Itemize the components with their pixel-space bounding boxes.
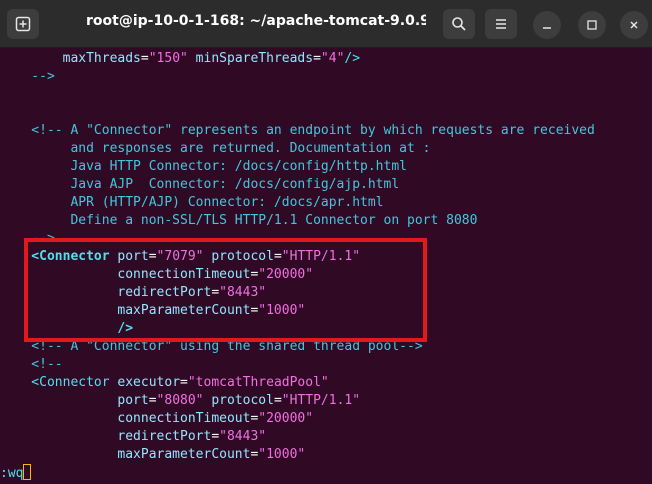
code-token: connectionTimeout — [0, 411, 251, 426]
code-token: = — [313, 51, 321, 66]
code-token: <!-- — [0, 357, 63, 372]
close-icon — [630, 21, 638, 29]
terminal-line: <!-- A "Connector" represents an endpoin… — [0, 122, 652, 140]
code-token: <Connector — [0, 249, 110, 264]
code-token: protocol — [203, 393, 274, 408]
terminal-line: Define a non-SSL/TLS HTTP/1.1 Connector … — [0, 212, 652, 230]
new-tab-icon — [15, 16, 31, 32]
code-token: "8443" — [219, 285, 267, 300]
code-token: "7079" — [156, 249, 204, 264]
terminal-line: <Connector port="7079" protocol="HTTP/1.… — [0, 248, 652, 266]
terminal-line: APR (HTTP/AJP) Connector: /docs/apr.html — [0, 194, 652, 212]
code-token: executor — [109, 375, 181, 390]
new-tab-button[interactable] — [7, 9, 39, 39]
code-token: = — [148, 393, 157, 408]
code-token: "8080" — [156, 393, 204, 408]
vim-command-line[interactable]: :wq — [0, 464, 652, 482]
code-token: --> — [0, 231, 55, 246]
code-token: "tomcatThreadPool" — [187, 375, 329, 390]
minimize-icon — [543, 27, 551, 29]
title-bar: root@ip-10-0-1-168: ~/apache-tomcat-9.0.… — [0, 0, 652, 48]
terminal-line: Java AJP Connector: /docs/config/ajp.htm… — [0, 176, 652, 194]
code-token: "1000" — [258, 303, 306, 318]
code-token: "8443" — [219, 429, 267, 444]
search-button[interactable] — [443, 9, 475, 39]
code-token: connectionTimeout — [0, 267, 251, 282]
text-cursor — [23, 464, 32, 480]
code-token: port — [109, 249, 149, 264]
code-token: minSpareThreads — [187, 51, 314, 66]
maximize-button[interactable] — [578, 11, 606, 39]
code-token: APR (HTTP/AJP) Connector: /docs/apr.html — [0, 195, 384, 210]
code-token: "20000" — [258, 411, 314, 426]
terminal-line: redirectPort="8443" — [0, 284, 652, 302]
terminal-line: maxParameterCount="1000" — [0, 446, 652, 464]
code-token: <!-- A "Connector" using the shared thre… — [0, 339, 423, 354]
minimize-button[interactable] — [533, 11, 561, 39]
code-token: and responses are returned. Documentatio… — [0, 141, 431, 156]
code-token: /> — [344, 51, 361, 66]
maximize-icon — [587, 20, 597, 30]
code-token: /> — [0, 321, 134, 336]
code-token: port — [0, 393, 149, 408]
code-token: protocol — [203, 249, 274, 264]
terminal-line: --> — [0, 230, 652, 248]
code-token: Java HTTP Connector: /docs/config/http.h… — [0, 159, 407, 174]
code-token: "HTTP/1.1" — [281, 393, 361, 408]
terminal-line: and responses are returned. Documentatio… — [0, 140, 652, 158]
code-token: Java AJP Connector: /docs/config/ajp.htm… — [0, 177, 400, 192]
close-button[interactable] — [620, 11, 648, 39]
terminal-line: <!-- — [0, 356, 652, 374]
terminal-line: maxParameterCount="1000" — [0, 302, 652, 320]
code-token: = — [273, 249, 282, 264]
terminal-line: maxThreads="150" minSpareThreads="4"/> — [0, 50, 652, 68]
code-token: redirectPort — [0, 285, 212, 300]
code-token: = — [273, 393, 282, 408]
code-token: Define a non-SSL/TLS HTTP/1.1 Connector … — [0, 213, 478, 228]
terminal-line: connectionTimeout="20000" — [0, 410, 652, 428]
terminal-line: Java HTTP Connector: /docs/config/http.h… — [0, 158, 652, 176]
command-text: :wq — [0, 466, 24, 481]
code-token: maxThreads — [0, 51, 141, 66]
menu-icon — [496, 19, 506, 29]
code-token: maxParameterCount — [0, 447, 251, 462]
terminal-line: <!-- A "Connector" using the shared thre… — [0, 338, 652, 356]
code-token: = — [140, 51, 149, 66]
terminal-line: <Connector executor="tomcatThreadPool" — [0, 374, 652, 392]
code-token: redirectPort — [0, 429, 212, 444]
terminal-line: --> — [0, 68, 652, 86]
terminal-line: connectionTimeout="20000" — [0, 266, 652, 284]
code-token: "4" — [320, 51, 345, 66]
code-token: "1000" — [258, 447, 306, 462]
code-token: = — [148, 249, 157, 264]
code-token: maxParameterCount — [0, 303, 251, 318]
terminal-line: /> — [0, 320, 652, 338]
code-token: "20000" — [258, 267, 314, 282]
terminal-line: port="8080" protocol="HTTP/1.1" — [0, 392, 652, 410]
search-icon — [452, 17, 466, 31]
window-title: root@ip-10-0-1-168: ~/apache-tomcat-9.0.… — [86, 13, 426, 29]
code-token: = — [211, 285, 220, 300]
terminal-output[interactable]: maxThreads="150" minSpareThreads="4"/> -… — [0, 50, 652, 484]
code-token: = — [180, 375, 188, 390]
code-token: --> — [0, 69, 55, 84]
code-token: "HTTP/1.1" — [281, 249, 361, 264]
code-token: "150" — [148, 51, 188, 66]
menu-button[interactable] — [485, 9, 517, 39]
terminal-line: redirectPort="8443" — [0, 428, 652, 446]
code-token: = — [211, 429, 220, 444]
code-token: <!-- A "Connector" represents an endpoin… — [0, 123, 595, 138]
code-token: <Connector — [0, 375, 110, 390]
